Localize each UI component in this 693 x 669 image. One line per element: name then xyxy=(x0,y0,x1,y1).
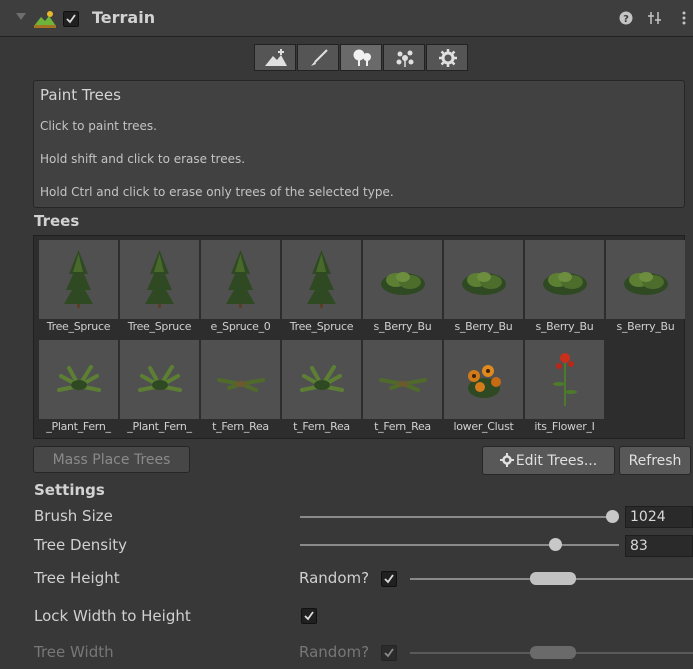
tree-thumbnail xyxy=(444,340,523,419)
tree-width-random-checkbox[interactable] xyxy=(381,645,397,661)
mass-place-trees-button[interactable]: Mass Place Trees xyxy=(33,446,190,473)
lock-width-label: Lock Width to Height xyxy=(34,607,191,625)
terrain-icon xyxy=(34,11,56,28)
settings-gear-icon xyxy=(439,49,457,67)
tree-prototype-label: Tree_Spruce xyxy=(46,320,111,333)
tool-raise-terrain[interactable] xyxy=(254,44,296,71)
tree-prototype-label: Tree_Spruce xyxy=(127,320,192,333)
tree-prototype-tile[interactable]: its_Flower_I xyxy=(525,340,604,440)
component-title: Terrain xyxy=(92,8,156,27)
tree-thumbnail xyxy=(363,240,442,319)
tree-density-slider-track[interactable] xyxy=(300,544,619,546)
preset-icon[interactable] xyxy=(647,10,663,26)
component-header: Terrain ? xyxy=(0,0,693,37)
tree-prototype-tile[interactable]: s_Berry_Bu xyxy=(444,240,523,340)
settings-heading: Settings xyxy=(34,481,105,499)
brush-size-slider-track[interactable] xyxy=(300,516,613,518)
tree-prototype-tile[interactable]: s_Berry_Bu xyxy=(525,240,604,340)
tree-thumbnail xyxy=(606,240,685,319)
brush-size-label: Brush Size xyxy=(34,507,113,525)
tree-height-label: Tree Height xyxy=(34,569,120,587)
tree-thumbnail xyxy=(39,240,118,319)
tree-thumbnail xyxy=(201,340,280,419)
tree-prototype-label: s_Berry_Bu xyxy=(616,320,675,333)
tree-prototype-label: Tree_Spruce xyxy=(289,320,354,333)
help-line: Hold shift and click to erase trees. xyxy=(40,152,246,166)
tree-height-random-label: Random? xyxy=(299,569,370,587)
tree-prototype-tile[interactable]: e_Spruce_0 xyxy=(201,240,280,340)
tree-prototype-tile[interactable]: Tree_Spruce xyxy=(120,240,199,340)
trees-heading: Trees xyxy=(34,212,80,230)
foldout-arrow-icon[interactable] xyxy=(16,13,26,20)
tool-paint-trees[interactable] xyxy=(340,44,382,71)
paint-trees-help-box: Paint Trees Click to paint trees. Hold s… xyxy=(33,80,685,208)
more-icon[interactable] xyxy=(681,10,687,26)
tree-thumbnail xyxy=(201,240,280,319)
tree-density-slider-thumb[interactable] xyxy=(549,538,562,551)
paint-brush-icon xyxy=(311,49,328,66)
tree-prototype-tile[interactable]: s_Berry_Bu xyxy=(606,240,685,340)
tree-width-minmax-handle[interactable] xyxy=(530,646,576,659)
tree-thumbnail xyxy=(363,340,442,419)
tree-prototype-grid: Tree_Spruce Tree_Spruce e_Spruce_0 Tree_… xyxy=(33,235,685,439)
tree-prototype-label: t_Fern_Rea xyxy=(212,420,269,433)
svg-text:?: ? xyxy=(623,14,629,25)
tree-density-field[interactable]: 83 xyxy=(625,535,693,557)
help-line: Click to paint trees. xyxy=(40,119,157,133)
tool-terrain-settings[interactable] xyxy=(426,44,468,71)
tree-prototype-tile[interactable]: lower_Clust xyxy=(444,340,523,440)
brush-size-field[interactable]: 1024 xyxy=(625,506,693,528)
lock-width-checkbox[interactable] xyxy=(301,608,317,624)
tool-paint-details[interactable] xyxy=(383,44,425,71)
tree-thumbnail xyxy=(525,340,604,419)
tree-height-random-checkbox[interactable] xyxy=(381,571,397,587)
help-icon[interactable]: ? xyxy=(619,11,633,25)
tree-prototype-label: s_Berry_Bu xyxy=(535,320,594,333)
tree-prototype-label: _Plant_Fern_ xyxy=(127,420,192,433)
help-line: Hold Ctrl and click to erase only trees … xyxy=(40,185,394,199)
paint-details-icon xyxy=(396,50,414,67)
tree-thumbnail xyxy=(282,340,361,419)
tree-prototype-label: _Plant_Fern_ xyxy=(46,420,111,433)
terrain-tools-toolbar xyxy=(254,44,469,71)
tree-prototype-label: its_Flower_I xyxy=(534,420,595,433)
help-title: Paint Trees xyxy=(40,86,121,104)
tree-prototype-tile[interactable]: _Plant_Fern_ xyxy=(120,340,199,440)
tree-prototype-label: t_Fern_Rea xyxy=(374,420,431,433)
tree-prototype-label: s_Berry_Bu xyxy=(373,320,432,333)
tree-prototype-label: s_Berry_Bu xyxy=(454,320,513,333)
tree-density-label: Tree Density xyxy=(34,536,128,554)
tree-prototype-tile[interactable]: t_Fern_Rea xyxy=(282,340,361,440)
enabled-checkbox[interactable] xyxy=(63,11,79,27)
settings-gear-icon xyxy=(499,453,514,467)
tree-height-minmax-handle[interactable] xyxy=(530,572,576,585)
tree-prototype-tile[interactable]: Tree_Spruce xyxy=(39,240,118,340)
edit-trees-label: Edit Trees... xyxy=(515,453,598,469)
tree-thumbnail xyxy=(282,240,361,319)
tree-thumbnail xyxy=(120,340,199,419)
tree-prototype-label: t_Fern_Rea xyxy=(293,420,350,433)
refresh-button[interactable]: Refresh xyxy=(619,446,691,475)
tree-prototype-tile[interactable]: Tree_Spruce xyxy=(282,240,361,340)
tree-width-random-label: Random? xyxy=(299,643,370,661)
tree-prototype-tile[interactable]: s_Berry_Bu xyxy=(363,240,442,340)
edit-trees-button[interactable]: Edit Trees... xyxy=(482,446,615,475)
brush-size-slider-thumb[interactable] xyxy=(606,510,619,523)
tree-width-label: Tree Width xyxy=(34,643,114,661)
tree-thumbnail xyxy=(525,240,604,319)
tree-thumbnail xyxy=(120,240,199,319)
raise-terrain-icon xyxy=(265,49,287,66)
tree-thumbnail xyxy=(39,340,118,419)
tree-thumbnail xyxy=(444,240,523,319)
tree-prototype-tile[interactable]: t_Fern_Rea xyxy=(201,340,280,440)
tree-prototype-tile[interactable]: _Plant_Fern_ xyxy=(39,340,118,440)
tree-prototype-label: e_Spruce_0 xyxy=(210,320,271,333)
tree-prototype-label: lower_Clust xyxy=(453,420,514,433)
tool-paint-texture[interactable] xyxy=(297,44,339,71)
tree-prototype-tile[interactable]: t_Fern_Rea xyxy=(363,340,442,440)
paint-trees-icon xyxy=(353,49,371,66)
